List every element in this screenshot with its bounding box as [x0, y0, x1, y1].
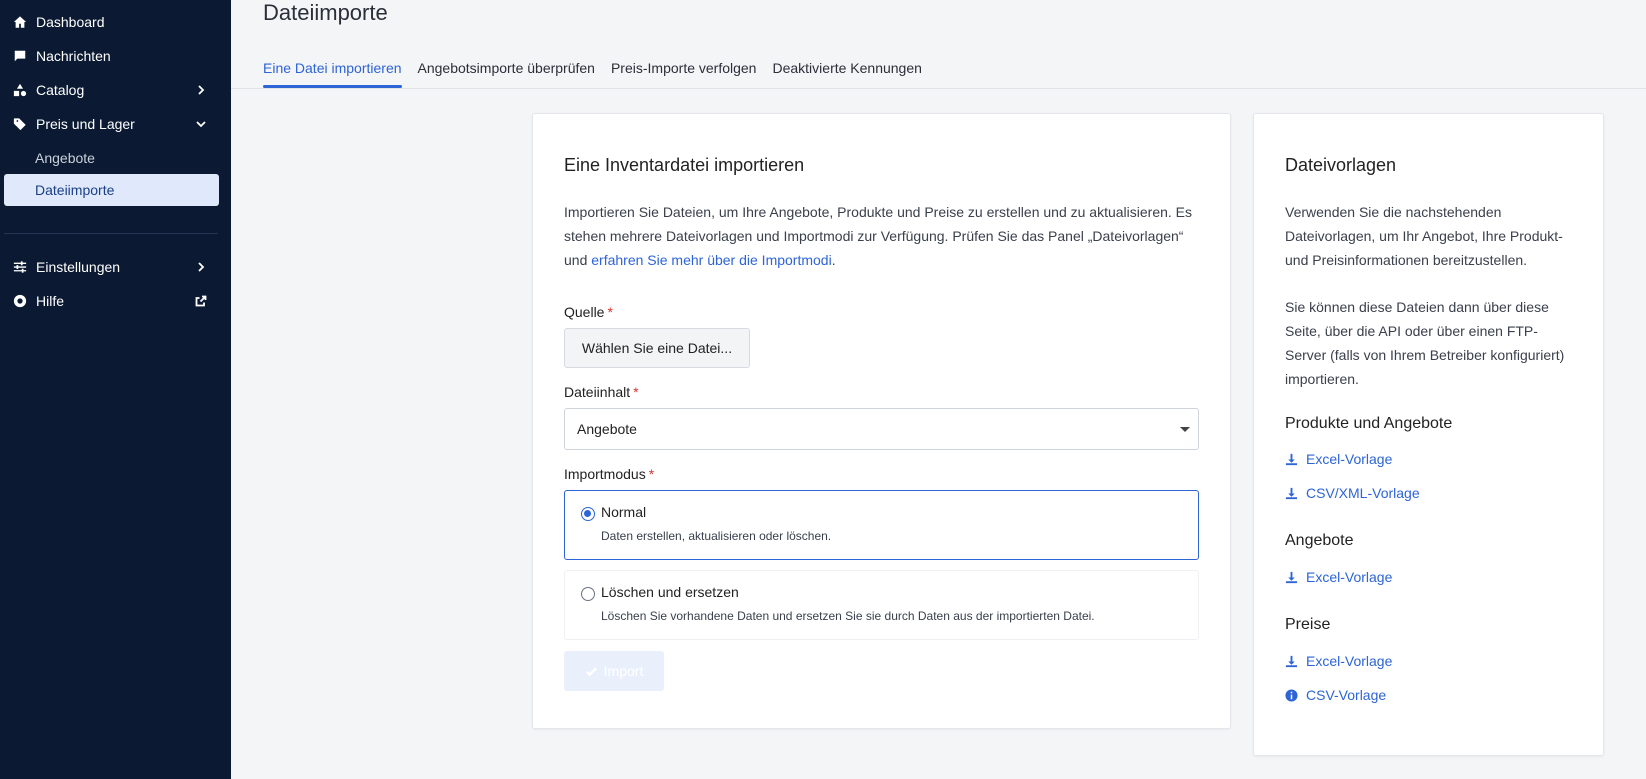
import-description-end: .: [831, 252, 836, 268]
sidebar-divider: [4, 233, 218, 234]
mode-option-subtitle: Daten erstellen, aktualisieren oder lösc…: [601, 529, 832, 543]
chevron-right-icon: [195, 83, 209, 97]
sidebar-item-label: Dashboard: [36, 14, 105, 30]
sidebar-item-catalog[interactable]: Catalog: [0, 73, 231, 107]
templates-card-title: Dateivorlagen: [1285, 155, 1397, 175]
mode-option-title: Löschen und ersetzen: [601, 584, 739, 600]
radio-button-replace[interactable]: [581, 587, 595, 601]
link-produkte-excel[interactable]: Excel-Vorlage: [1285, 451, 1392, 467]
link-label: CSV/XML-Vorlage: [1306, 485, 1420, 501]
import-button[interactable]: Import: [564, 651, 664, 691]
tab-deaktivierte-kennungen[interactable]: Deaktivierte Kennungen: [772, 50, 921, 88]
required-mark: *: [648, 466, 655, 482]
download-icon: [1285, 453, 1298, 465]
sidebar-item-nachrichten[interactable]: Nachrichten: [0, 39, 231, 73]
download-icon: [1285, 655, 1298, 667]
content-select[interactable]: Angebote: [564, 408, 1199, 450]
templates-para-1: Verwenden Sie die nachstehenden Dateivor…: [1285, 204, 1563, 268]
sidebar-item-label: Preis und Lager: [36, 116, 135, 132]
sidebar-item-einstellungen[interactable]: Einstellungen: [0, 250, 231, 284]
sidebar-item-dashboard[interactable]: Dashboard: [0, 5, 231, 39]
tab-bar: Eine Datei importieren Angebotsimporte ü…: [263, 50, 938, 88]
required-mark: *: [607, 304, 613, 320]
sidebar-item-label: Einstellungen: [36, 259, 121, 275]
external-link-icon: [195, 294, 209, 308]
download-icon: [1285, 487, 1298, 499]
required-mark: *: [633, 384, 639, 400]
source-label: Quelle *: [564, 304, 613, 320]
section-title-angebote: Angebote: [1285, 532, 1354, 549]
mode-label-text: Importmodus: [564, 466, 646, 482]
link-preise-excel[interactable]: Excel-Vorlage: [1285, 653, 1392, 669]
mode-option-subtitle: Löschen Sie vorhandene Daten und ersetze…: [601, 609, 1095, 623]
tab-preis-importe[interactable]: Preis-Importe verfolgen: [611, 50, 757, 88]
mode-label: Importmodus *: [564, 466, 654, 482]
sidebar-subitem-label: Dateiimporte: [35, 182, 115, 198]
link-label: Excel-Vorlage: [1306, 653, 1393, 669]
mode-option-normal[interactable]: Normal Daten erstellen, aktualisieren od…: [564, 490, 1199, 560]
link-label: CSV-Vorlage: [1306, 687, 1387, 703]
sidebar-item-preis-und-lager[interactable]: Preis und Lager: [0, 107, 231, 141]
tab-angebotsimporte[interactable]: Angebotsimporte überprüfen: [418, 50, 595, 88]
link-preise-csv[interactable]: CSV-Vorlage: [1285, 687, 1386, 703]
mode-option-replace[interactable]: Löschen und ersetzen Löschen Sie vorhand…: [564, 570, 1199, 640]
download-icon: [1285, 571, 1298, 583]
templates-para-2: Sie können diese Dateien dann über diese…: [1285, 299, 1565, 387]
caret-down-icon: [1180, 427, 1190, 432]
sidebar-subitem-dateiimporte[interactable]: Dateiimporte: [4, 174, 219, 206]
import-description: Importieren Sie Dateien, um Ihre Angebot…: [564, 200, 1194, 272]
info-icon: [1285, 688, 1298, 702]
section-title-preise: Preise: [1285, 616, 1331, 633]
chevron-down-icon: [195, 117, 209, 131]
content-select-value: Angebote: [577, 421, 637, 437]
choose-file-button[interactable]: Wählen Sie eine Datei...: [564, 328, 750, 368]
import-card: Eine Inventardatei importieren Importier…: [532, 113, 1231, 729]
sidebar-subitem-label: Angebote: [35, 150, 95, 166]
sidebar-item-label: Hilfe: [36, 293, 65, 309]
content-label-text: Dateiinhalt: [564, 384, 631, 400]
learn-more-link[interactable]: erfahren Sie mehr über die Importmodi: [591, 252, 831, 268]
sidebar-item-hilfe[interactable]: Hilfe: [0, 284, 231, 318]
link-label: Excel-Vorlage: [1306, 451, 1393, 467]
content-label: Dateiinhalt *: [564, 384, 639, 400]
check-icon: [585, 666, 597, 676]
source-label-text: Quelle: [564, 304, 605, 320]
import-card-title: Eine Inventardatei importieren: [564, 155, 805, 175]
home-icon: [12, 14, 28, 30]
message-icon: [12, 48, 28, 64]
page-title: Dateiimporte: [263, 0, 388, 25]
radio-button-normal[interactable]: [581, 507, 595, 521]
sidebar-item-label: Catalog: [36, 82, 85, 98]
tab-divider: [231, 88, 1646, 89]
mode-option-title: Normal: [601, 504, 647, 520]
link-produkte-csv-xml[interactable]: CSV/XML-Vorlage: [1285, 485, 1420, 501]
sidebar-subitem-angebote[interactable]: Angebote: [4, 142, 219, 174]
import-button-label: Import: [603, 663, 644, 679]
lifebuoy-icon: [12, 293, 28, 309]
sidebar: Dashboard Nachrichten Catalog Preis und …: [0, 0, 231, 779]
section-title-produkte-angebote: Produkte und Angebote: [1285, 415, 1453, 432]
tag-icon: [12, 116, 28, 132]
shapes-icon: [12, 82, 28, 98]
sliders-icon: [12, 259, 28, 275]
tab-eine-datei-importieren[interactable]: Eine Datei importieren: [263, 50, 402, 88]
link-angebote-excel[interactable]: Excel-Vorlage: [1285, 569, 1392, 585]
link-label: Excel-Vorlage: [1306, 569, 1393, 585]
chevron-right-icon: [195, 260, 209, 274]
sidebar-item-label: Nachrichten: [36, 48, 111, 64]
main-content: Dateiimporte Eine Datei importieren Ange…: [231, 0, 1646, 779]
templates-card: Dateivorlagen Verwenden Sie die nachsteh…: [1253, 113, 1604, 756]
